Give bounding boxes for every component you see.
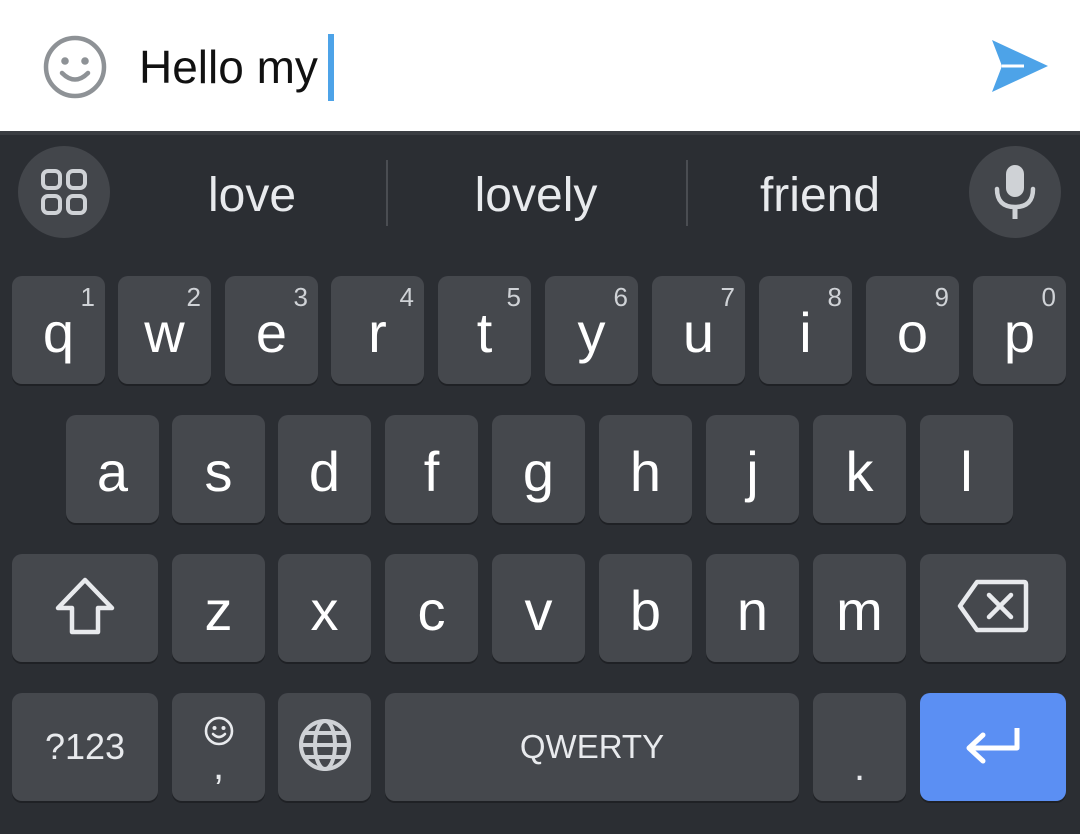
typed-text: Hello my [139, 41, 318, 93]
key-q[interactable]: q1 [12, 276, 105, 384]
suggestion-separator [686, 160, 688, 226]
key-b[interactable]: b [599, 554, 692, 662]
key-r[interactable]: r4 [331, 276, 424, 384]
key-char: q [42, 301, 75, 364]
key-g[interactable]: g [492, 415, 585, 523]
globe-icon [297, 717, 353, 778]
key-char: y [577, 301, 606, 364]
key-char: u [682, 301, 715, 364]
smiley-face-icon[interactable] [42, 34, 108, 100]
key-char: k [845, 440, 874, 503]
key-hint: 9 [934, 282, 949, 312]
symbols-key-label: ?123 [44, 726, 126, 767]
send-arrow-icon[interactable] [990, 38, 1050, 94]
key-char: w [144, 301, 185, 364]
key-char: f [423, 440, 440, 503]
key-char: b [629, 579, 662, 642]
key-char: e [255, 301, 288, 364]
backspace-icon [957, 579, 1029, 638]
message-input-bar: Hello my [0, 0, 1080, 131]
key-a[interactable]: a [66, 415, 159, 523]
key-char: p [1003, 301, 1036, 364]
backspace-key[interactable] [920, 554, 1066, 662]
apps-grid-icon[interactable] [18, 146, 110, 238]
key-char: t [476, 301, 493, 364]
key-y[interactable]: y6 [545, 276, 638, 384]
key-char: v [524, 579, 553, 642]
key-char: x [310, 579, 339, 642]
symbols-key[interactable]: ?123 [12, 693, 158, 801]
key-char: z [204, 579, 233, 642]
key-hint: 2 [186, 282, 201, 312]
key-char: m [836, 579, 883, 642]
key-h[interactable]: h [599, 415, 692, 523]
key-m[interactable]: m [813, 554, 906, 662]
key-e[interactable]: e3 [225, 276, 318, 384]
key-char: n [736, 579, 769, 642]
key-v[interactable]: v [492, 554, 585, 662]
key-hint: 7 [720, 282, 735, 312]
key-l[interactable]: l [920, 415, 1013, 523]
key-char: i [799, 301, 812, 364]
suggestion-friend[interactable]: friend [700, 165, 940, 227]
key-char: c [417, 579, 446, 642]
enter-return-icon [963, 724, 1023, 771]
key-char: j [746, 440, 759, 503]
key-d[interactable]: d [278, 415, 371, 523]
message-text-field[interactable]: Hello my [139, 32, 334, 102]
key-p[interactable]: p0 [973, 276, 1066, 384]
key-f[interactable]: f [385, 415, 478, 523]
key-hint: 4 [399, 282, 414, 312]
suggestion-love[interactable]: love [150, 165, 354, 227]
key-hint: 6 [613, 282, 628, 312]
key-k[interactable]: k [813, 415, 906, 523]
key-hint: 3 [293, 282, 308, 312]
key-w[interactable]: w2 [118, 276, 211, 384]
shift-arrow-icon [54, 577, 116, 640]
key-char: s [204, 440, 233, 503]
key-hint: 0 [1041, 282, 1056, 312]
key-char: g [522, 440, 555, 503]
key-t[interactable]: t5 [438, 276, 531, 384]
comma-key[interactable]: , [172, 693, 265, 801]
key-char: h [629, 440, 662, 503]
key-hint: 8 [827, 282, 842, 312]
key-o[interactable]: o9 [866, 276, 959, 384]
text-cursor [327, 33, 334, 101]
microphone-icon[interactable] [969, 146, 1061, 238]
key-c[interactable]: c [385, 554, 478, 662]
key-x[interactable]: x [278, 554, 371, 662]
suggestion-separator [386, 160, 388, 226]
period-key-label: . [853, 744, 866, 789]
keyboard: love lovely friend q1 w2 e3 r4 t5 y6 u7 … [0, 135, 1080, 834]
key-char: d [308, 440, 341, 503]
key-hint: 5 [506, 282, 521, 312]
suggestion-lovely[interactable]: lovely [400, 165, 672, 227]
language-key[interactable] [278, 693, 371, 801]
space-bar-label: QWERTY [519, 728, 665, 765]
enter-key[interactable] [920, 693, 1066, 801]
space-bar[interactable]: QWERTY [385, 693, 799, 801]
comma-key-label: , [212, 743, 225, 788]
key-z[interactable]: z [172, 554, 265, 662]
period-key[interactable]: . [813, 693, 906, 801]
key-s[interactable]: s [172, 415, 265, 523]
key-u[interactable]: u7 [652, 276, 745, 384]
key-n[interactable]: n [706, 554, 799, 662]
key-char: o [896, 301, 929, 364]
key-i[interactable]: i8 [759, 276, 852, 384]
key-char: r [368, 301, 387, 364]
key-char: a [96, 440, 129, 503]
key-hint: 1 [80, 282, 95, 312]
shift-key[interactable] [12, 554, 158, 662]
key-char: l [960, 440, 973, 503]
key-j[interactable]: j [706, 415, 799, 523]
